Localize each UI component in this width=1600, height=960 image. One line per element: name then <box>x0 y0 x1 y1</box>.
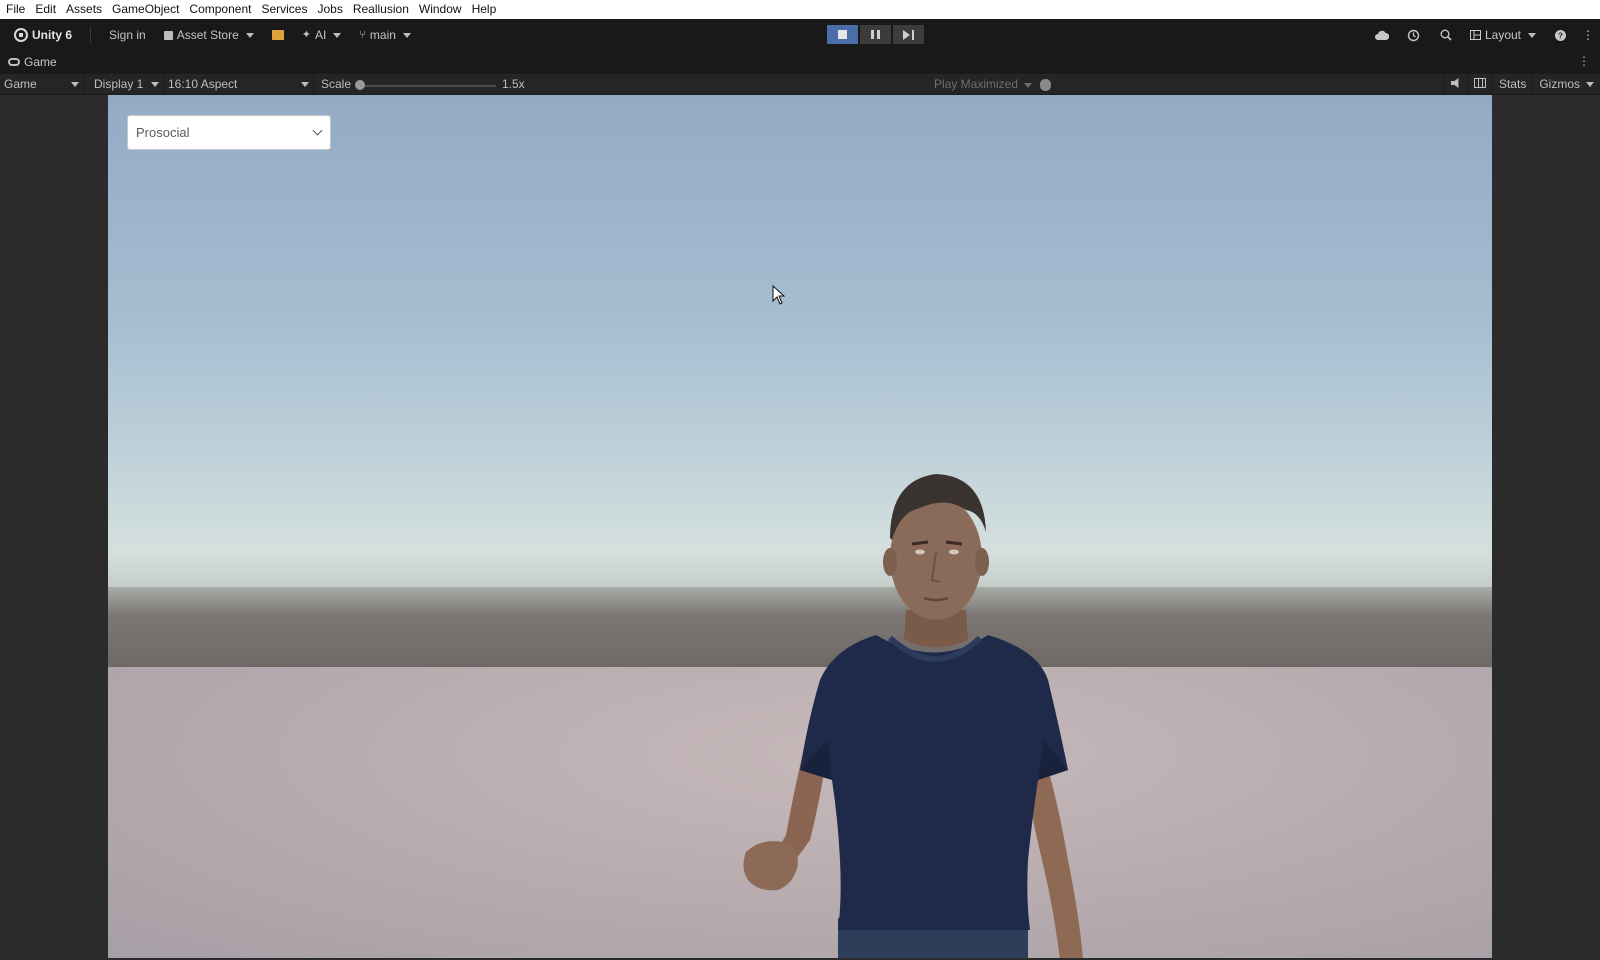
grid-icon <box>1473 78 1486 88</box>
panel-menu-icon[interactable]: ⋮ <box>1578 55 1590 67</box>
asset-store-label: Asset Store <box>176 28 239 42</box>
scale-value: 1.5x <box>502 77 525 91</box>
ai-label: AI <box>314 28 327 42</box>
game-view: Prosocial <box>0 95 1600 960</box>
chevron-down-icon <box>402 32 411 38</box>
product-name: Unity 6 <box>32 28 73 42</box>
toolbar-divider <box>90 27 92 43</box>
game-view-toolbar: Game Display 1 16:10 Aspect Scale 1.5x P… <box>0 73 1600 95</box>
mute-audio-button[interactable] <box>1443 74 1467 95</box>
step-icon <box>903 29 910 40</box>
sparkle-icon: ✦ <box>301 29 311 41</box>
search-icon <box>1440 29 1452 41</box>
store-icon <box>271 30 284 40</box>
behavior-dropdown[interactable]: Prosocial <box>127 115 331 150</box>
toolbar-right: Layout ? ⋮ <box>1366 19 1600 51</box>
history-icon <box>1408 29 1420 41</box>
layout-button[interactable]: Layout <box>1462 28 1544 42</box>
store-package-button[interactable] <box>266 24 290 46</box>
lock-icon <box>163 30 173 40</box>
panel-tab-row: Game ⋮ <box>0 51 1600 73</box>
chevron-down-icon <box>151 82 159 87</box>
gizmos-label: Gizmos <box>1539 77 1580 91</box>
chevron-down-icon <box>245 32 254 38</box>
sign-in-button[interactable]: Sign in <box>103 24 152 46</box>
cloud-icon <box>1375 30 1389 40</box>
view-mode-select[interactable]: Game <box>0 74 84 95</box>
display-select[interactable]: Display 1 <box>90 74 164 95</box>
tab-game-label: Game <box>24 55 57 69</box>
account-menu[interactable]: Unity 6 <box>8 24 78 46</box>
step-button[interactable] <box>893 25 924 44</box>
scale-label: Scale <box>321 77 352 91</box>
menu-assets[interactable]: Assets <box>62 0 106 19</box>
pause-button[interactable] <box>860 25 891 44</box>
kebab-icon: ⋮ <box>1582 28 1594 42</box>
scale-slider-track[interactable] <box>360 85 496 87</box>
game-bar-right: Stats Gizmos <box>1443 74 1600 95</box>
more-options-button[interactable]: ⋮ <box>1576 19 1600 51</box>
chevron-down-icon <box>312 125 323 136</box>
menu-jobs[interactable]: Jobs <box>313 0 346 19</box>
help-button[interactable]: ? <box>1544 19 1576 51</box>
asset-store-button[interactable]: Asset Store <box>158 24 260 46</box>
chevron-down-icon <box>71 82 79 87</box>
layout-icon <box>1469 30 1481 40</box>
menu-bar: File Edit Assets GameObject Component Se… <box>0 0 1600 19</box>
svg-text:?: ? <box>1558 31 1563 40</box>
aspect-select[interactable]: 16:10 Aspect <box>164 74 314 95</box>
menu-gameobject[interactable]: GameObject <box>108 0 183 19</box>
chevron-down-icon <box>1024 83 1033 88</box>
scale-slider-thumb[interactable] <box>355 80 365 90</box>
play-mode-select[interactable]: Play Maximized <box>934 74 1033 95</box>
branch-icon: ⑂ <box>359 29 366 41</box>
play-mode-label: Play Maximized <box>934 77 1019 91</box>
gizmos-button[interactable]: Gizmos <box>1532 74 1600 95</box>
help-icon: ? <box>1554 29 1566 41</box>
main-toolbar: Unity 6 Sign in Asset Store ✦ AI ⑂ main <box>0 19 1600 51</box>
tab-game[interactable]: Game <box>8 51 57 73</box>
branch-label: main <box>369 28 396 42</box>
menu-edit[interactable]: Edit <box>31 0 60 19</box>
menu-help[interactable]: Help <box>468 0 501 19</box>
toolbar-left: Unity 6 Sign in Asset Store ✦ AI ⑂ main <box>8 19 417 51</box>
aspect-label: 16:10 Aspect <box>168 77 238 91</box>
gamepad-icon <box>8 58 20 66</box>
play-controls <box>827 25 924 44</box>
cloud-button[interactable] <box>1366 19 1398 51</box>
chevron-down-icon <box>301 82 309 87</box>
behavior-dropdown-value: Prosocial <box>136 125 190 140</box>
history-button[interactable] <box>1398 19 1430 51</box>
chevron-down-icon <box>333 32 342 38</box>
game-viewport[interactable]: Prosocial <box>108 95 1492 958</box>
unity-logo-icon <box>14 28 28 42</box>
stop-button[interactable] <box>827 25 858 44</box>
speaker-icon <box>1450 78 1459 88</box>
stop-icon <box>838 30 847 39</box>
cursor-icon <box>772 285 786 305</box>
chevron-down-icon <box>1528 32 1536 38</box>
view-mode-label: Game <box>4 77 37 91</box>
grid-toggle-button[interactable] <box>1466 74 1492 95</box>
layout-label: Layout <box>1484 28 1521 42</box>
display-label: Display 1 <box>94 77 144 91</box>
chevron-down-icon <box>1586 82 1594 87</box>
menu-file[interactable]: File <box>2 0 29 19</box>
character-avatar <box>743 474 1083 958</box>
stats-button[interactable]: Stats <box>1491 74 1532 95</box>
search-button[interactable] <box>1430 19 1462 51</box>
menu-services[interactable]: Services <box>257 0 311 19</box>
step-icon-bar <box>912 29 914 40</box>
bug-icon[interactable] <box>1040 79 1051 91</box>
ai-button[interactable]: ✦ AI <box>296 24 348 46</box>
menu-component[interactable]: Component <box>185 0 255 19</box>
branch-button[interactable]: ⑂ main <box>353 24 417 46</box>
pause-icon <box>871 30 880 39</box>
menu-window[interactable]: Window <box>415 0 466 19</box>
menu-reallusion[interactable]: Reallusion <box>349 0 413 19</box>
